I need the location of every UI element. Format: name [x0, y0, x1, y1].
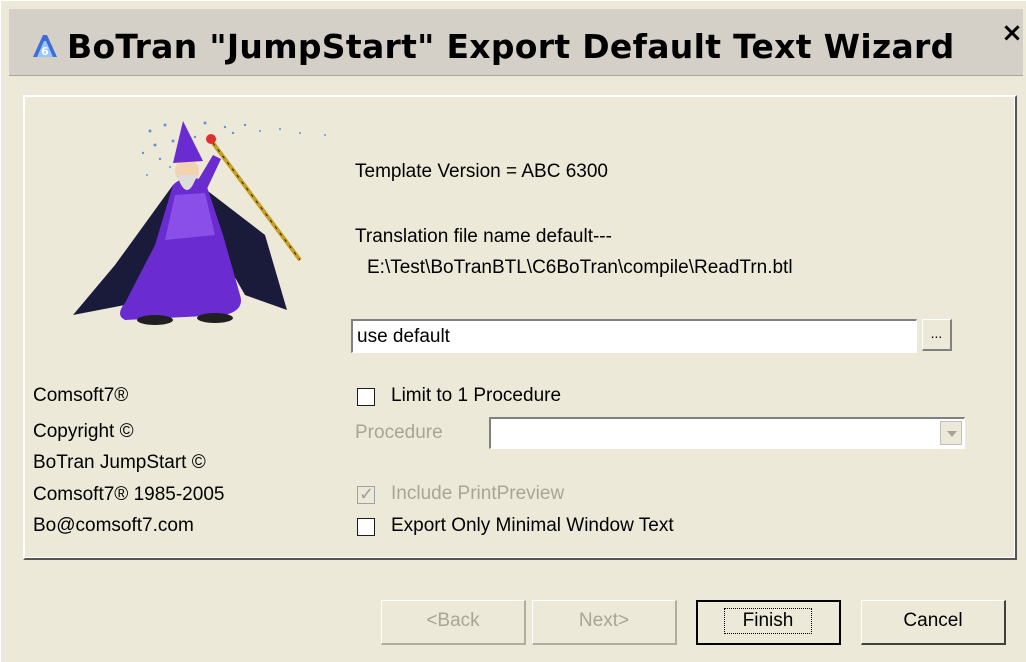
browse-button[interactable]: ...: [922, 319, 952, 351]
title-bar: 6 BoTran "JumpStart" Export Default Text…: [9, 9, 1023, 76]
include-printpreview-label: Include PrintPreview: [391, 483, 565, 504]
chevron-down-icon[interactable]: [940, 421, 962, 445]
procedure-label: Procedure: [355, 422, 443, 443]
include-printpreview-checkbox[interactable]: ✓: [357, 484, 375, 504]
info-company: Comsoft7®: [33, 385, 129, 406]
limit-procedure-checkbox[interactable]: [357, 388, 375, 406]
cancel-button[interactable]: Cancel: [861, 600, 1006, 645]
botran-app-icon: 6: [33, 35, 57, 58]
minimal-text-label: Export Only Minimal Window Text: [391, 515, 674, 536]
window-title: BoTran "JumpStart" Export Default Text W…: [67, 27, 955, 66]
minimal-text-checkbox[interactable]: [357, 518, 375, 536]
translation-file-input[interactable]: [351, 319, 917, 353]
limit-procedure-label: Limit to 1 Procedure: [391, 385, 562, 406]
back-button[interactable]: <Back: [381, 600, 526, 645]
procedure-combobox[interactable]: [489, 417, 965, 449]
finish-button[interactable]: Finish: [696, 600, 841, 645]
finish-label: Finish: [723, 608, 813, 634]
checkmark-icon: ✓: [359, 484, 375, 504]
info-product: BoTran JumpStart ©: [33, 452, 206, 473]
next-button[interactable]: Next>: [532, 600, 677, 645]
wizard-illustration: [73, 121, 326, 325]
info-copyright: Copyright ©: [33, 421, 134, 442]
svg-text:6: 6: [41, 45, 49, 58]
info-years: Comsoft7® 1985-2005: [33, 484, 225, 505]
translation-label: Translation file name default---: [355, 226, 612, 247]
close-icon[interactable]: ×: [998, 9, 1026, 57]
wizard-dialog: 6 BoTran "JumpStart" Export Default Text…: [0, 0, 1026, 662]
info-email: Bo@comsoft7.com: [33, 515, 194, 536]
template-version-label: Template Version = ABC 6300: [355, 161, 608, 182]
translation-path: E:\Test\BoTranBTL\C6BoTran\compile\ReadT…: [367, 257, 793, 278]
